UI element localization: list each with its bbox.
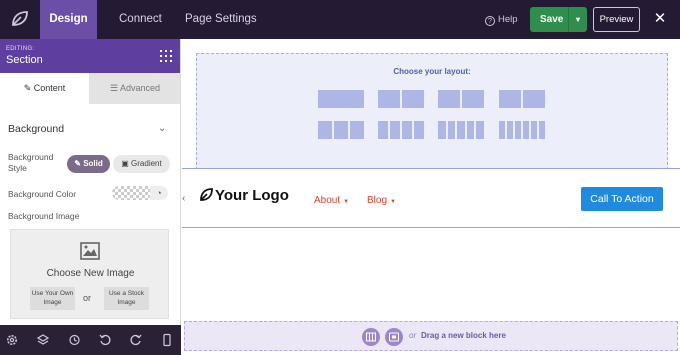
layout-option-4col[interactable] [378, 121, 388, 139]
layout-option-2col-b[interactable] [402, 90, 424, 108]
or-label: or [83, 293, 92, 303]
save-label: Save [540, 14, 564, 25]
subtab-content[interactable]: ✎ Content [0, 73, 89, 104]
grid-dots-icon[interactable] [160, 50, 172, 62]
background-section-title[interactable]: Background [8, 123, 64, 135]
color-swatch[interactable] [112, 186, 150, 200]
blocks-icon[interactable] [385, 328, 403, 346]
tab-page-settings[interactable]: Page Settings [185, 0, 257, 39]
nav-link-about[interactable]: About ▼ [314, 195, 349, 206]
brush-icon: ✎ [74, 159, 81, 168]
layout-option-6col[interactable] [515, 121, 521, 139]
layout-option-5col[interactable] [476, 121, 484, 139]
editing-header: EDITING: Section [0, 39, 180, 73]
bottom-toolbar [0, 325, 181, 355]
layout-option-5col[interactable] [457, 121, 465, 139]
layout-option-2col-d[interactable] [462, 90, 484, 108]
top-bar: Design Connect Page Settings ? Help Save … [0, 0, 680, 39]
site-logo[interactable]: Your Logo [200, 187, 289, 204]
palette-icon[interactable]: ◔ [150, 186, 168, 200]
layout-option-2col-c[interactable] [438, 90, 460, 108]
redo-icon[interactable] [129, 333, 143, 347]
layout-option-4col[interactable] [402, 121, 412, 139]
layout-option-3col[interactable] [334, 121, 348, 139]
image-icon [80, 242, 100, 260]
editing-label: EDITING: [6, 46, 35, 52]
seedprod-logo-icon[interactable] [8, 7, 32, 31]
layout-option-2col-f[interactable] [523, 90, 545, 108]
leaf-logo-icon [200, 188, 213, 201]
layout-option-5col[interactable] [438, 121, 446, 139]
style-gradient-label: Gradient [131, 159, 162, 168]
style-solid-button[interactable]: ✎ Solid [67, 155, 110, 173]
chevron-left-icon[interactable]: ‹ [182, 193, 185, 204]
subtab-advanced-label: Advanced [120, 83, 161, 93]
header-section[interactable]: ‹ Your Logo About ▼ Blog ▼ Call To Action [182, 168, 680, 228]
layout-option-1col[interactable] [318, 90, 364, 108]
close-icon[interactable]: ✕ [653, 8, 667, 30]
layout-option-4col[interactable] [390, 121, 400, 139]
layout-option-6col[interactable] [531, 121, 537, 139]
layout-option-6col[interactable] [499, 121, 505, 139]
choose-new-image[interactable]: Choose New Image [11, 268, 170, 279]
layout-option-6col[interactable] [523, 121, 529, 139]
caret-down-icon: ▼ [343, 199, 350, 205]
mobile-preview-icon[interactable] [160, 333, 174, 347]
gradient-icon: ▣ [121, 159, 129, 168]
undo-icon[interactable] [98, 333, 112, 347]
tab-design[interactable]: Design [40, 0, 97, 39]
help-icon: ? [485, 16, 495, 26]
history-icon[interactable] [67, 333, 81, 347]
preview-button[interactable]: Preview [593, 7, 640, 32]
save-dropdown-caret-icon[interactable]: ▼ [568, 7, 587, 32]
background-style-label: Background Style [8, 152, 54, 173]
layout-title: Choose your layout: [393, 67, 471, 76]
layout-chooser: Choose your layout: [196, 53, 668, 170]
editing-title: Section [6, 54, 43, 66]
drop-or-label: or [409, 331, 417, 340]
drop-hint-text: Drag a new block here [421, 331, 506, 340]
chevron-down-icon[interactable]: ⌄ [158, 123, 166, 134]
sidebar-subtabs: ✎ Content ☰ Advanced [0, 73, 180, 104]
layout-option-5col[interactable] [447, 121, 456, 139]
logo-text: Your Logo [215, 187, 289, 204]
block-drop-zone[interactable]: or Drag a new block here [184, 321, 678, 351]
pencil-icon: ✎ [23, 83, 32, 93]
save-button[interactable]: Save ▼ [530, 7, 587, 32]
sliders-icon: ☰ [109, 83, 119, 93]
image-chooser[interactable]: Choose New Image Use Your Own Image or U… [10, 229, 169, 319]
layout-option-6col[interactable] [539, 121, 545, 139]
layout-option-3col[interactable] [350, 121, 364, 139]
columns-icon[interactable] [362, 328, 380, 346]
style-solid-label: Solid [83, 159, 103, 168]
layers-icon[interactable] [36, 333, 50, 347]
subtab-content-label: Content [33, 83, 66, 93]
gear-icon[interactable] [5, 333, 19, 347]
nav-about-label: About [314, 195, 341, 206]
layout-option-5col[interactable] [466, 121, 475, 139]
background-image-label: Background Image [8, 211, 80, 221]
layout-option-4col[interactable] [414, 121, 424, 139]
subtab-advanced[interactable]: ☰ Advanced [89, 73, 180, 104]
layout-option-2col-e[interactable] [499, 90, 521, 108]
caret-down-icon: ▼ [390, 199, 396, 205]
style-gradient-button[interactable]: ▣ Gradient [113, 155, 170, 173]
background-color-label: Background Color [8, 189, 77, 199]
nav-blog-label: Blog [367, 195, 388, 206]
layout-option-2col-a[interactable] [378, 90, 400, 108]
tab-connect[interactable]: Connect [119, 0, 162, 39]
help-link[interactable]: ? Help [485, 0, 518, 39]
page-canvas: Choose your layout: ‹ Your Logo About ▼ … [182, 39, 680, 355]
sidebar: EDITING: Section ✎ Content ☰ Advanced Ba… [0, 39, 181, 325]
use-own-image-button[interactable]: Use Your Own Image [30, 287, 75, 310]
call-to-action-button[interactable]: Call To Action [581, 187, 663, 211]
nav-link-blog[interactable]: Blog ▼ [367, 195, 396, 206]
layout-option-3col[interactable] [318, 121, 332, 139]
help-label: Help [498, 14, 518, 25]
use-stock-image-button[interactable]: Use a Stock Image [104, 287, 149, 310]
layout-option-6col[interactable] [507, 121, 513, 139]
